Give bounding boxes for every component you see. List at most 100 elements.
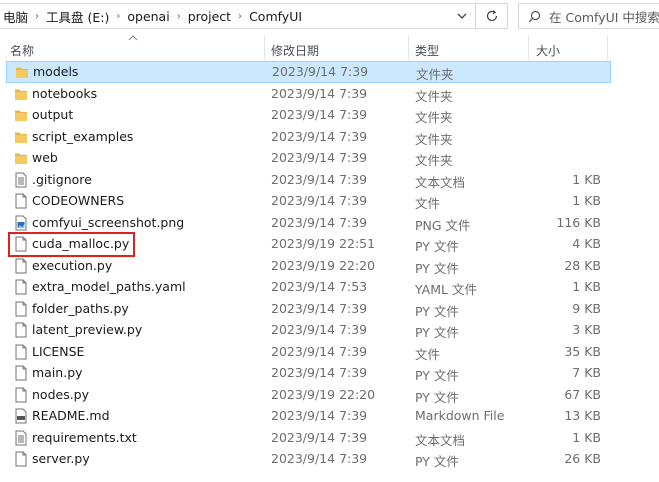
file-name[interactable]: latent_preview.py xyxy=(32,322,142,337)
breadcrumb-separator-icon[interactable]: › xyxy=(112,11,124,22)
file-row[interactable]: output 2023/9/14 7:39 文件夹 xyxy=(0,104,659,126)
file-size: 7 KB xyxy=(572,365,601,380)
navigation-bar: 电脑 › 工具盘 (E:) › openai › project › Comfy… xyxy=(0,0,659,34)
blank-file-icon xyxy=(14,322,28,338)
column-divider[interactable] xyxy=(264,36,265,60)
file-name[interactable]: cuda_malloc.py xyxy=(32,236,129,251)
file-name[interactable]: models xyxy=(33,64,78,79)
file-size: 4 KB xyxy=(572,236,601,251)
column-type-header[interactable]: 类型 xyxy=(415,42,439,59)
file-row[interactable]: requirements.txt 2023/9/14 7:39 文本文档 1 KB xyxy=(0,427,659,449)
file-name[interactable]: extra_model_paths.yaml xyxy=(32,279,186,294)
file-size: 9 KB xyxy=(572,300,601,316)
search-box[interactable]: 在 ComfyUI 中搜索 xyxy=(518,3,659,29)
file-name[interactable]: web xyxy=(32,150,58,165)
file-type: 文件夹 xyxy=(415,110,453,125)
column-date-header[interactable]: 修改日期 xyxy=(271,42,319,59)
breadcrumb-separator-icon[interactable]: › xyxy=(173,11,185,22)
file-modified-date: 2023/9/14 7:39 xyxy=(271,214,368,230)
file-size: 1 KB xyxy=(572,279,601,294)
file-name[interactable]: requirements.txt xyxy=(32,430,137,445)
file-name[interactable]: notebooks xyxy=(32,86,97,101)
file-type: 文件 xyxy=(415,346,441,362)
file-row[interactable]: folder_paths.py 2023/9/14 7:39 PY 文件 9 KB xyxy=(0,298,659,320)
file-name[interactable]: comfyui_screenshot.png xyxy=(32,215,184,230)
file-name[interactable]: .gitignore xyxy=(32,172,92,187)
file-type: PY 文件 xyxy=(415,303,459,319)
file-row[interactable]: main.py 2023/9/14 7:39 PY 文件 7 KB xyxy=(0,362,659,384)
text-file-icon xyxy=(14,430,28,446)
file-modified-date: 2023/9/14 7:39 xyxy=(271,429,368,445)
column-divider[interactable] xyxy=(408,36,409,60)
breadcrumb-separator-icon[interactable]: › xyxy=(234,11,246,22)
text-file-icon xyxy=(14,172,28,188)
breadcrumb-drive[interactable]: 工具盘 (E:) xyxy=(43,7,112,26)
file-modified-date: 2023/9/14 7:39 xyxy=(271,322,368,337)
folder-icon xyxy=(15,64,29,80)
file-modified-date: 2023/9/14 7:39 xyxy=(271,150,368,165)
refresh-icon xyxy=(486,10,497,22)
breadcrumb-comfyui[interactable]: ComfyUI xyxy=(246,9,305,24)
blank-file-icon xyxy=(14,365,28,381)
file-row[interactable]: nodes.py 2023/9/19 22:20 PY 文件 67 KB xyxy=(0,384,659,406)
file-modified-date: 2023/9/14 7:39 xyxy=(271,343,368,359)
blank-file-icon xyxy=(14,387,28,403)
search-placeholder: 在 ComfyUI 中搜索 xyxy=(549,9,659,25)
file-row[interactable]: server.py 2023/9/14 7:39 PY 文件 26 KB xyxy=(0,448,659,470)
file-name[interactable]: CODEOWNERS xyxy=(32,193,124,208)
breadcrumb-openai[interactable]: openai xyxy=(124,9,172,24)
file-type: 文件夹 xyxy=(415,88,453,104)
file-row[interactable]: execution.py 2023/9/19 22:20 PY 文件 28 KB xyxy=(0,255,659,277)
file-type: 文本文档 xyxy=(415,174,466,190)
column-divider[interactable] xyxy=(607,36,608,60)
file-name[interactable]: execution.py xyxy=(32,258,112,273)
file-type: PY 文件 xyxy=(415,260,459,276)
file-modified-date: 2023/9/14 7:39 xyxy=(271,193,368,208)
chevron-down-icon[interactable] xyxy=(455,9,469,23)
refresh-button[interactable] xyxy=(476,3,508,29)
breadcrumb-separator-icon[interactable]: › xyxy=(31,11,43,22)
file-type: PY 文件 xyxy=(415,454,459,469)
blank-file-icon xyxy=(14,258,28,274)
file-name[interactable]: script_examples xyxy=(32,129,133,144)
file-name[interactable]: main.py xyxy=(32,365,83,380)
column-name-header[interactable]: 名称 xyxy=(10,42,34,59)
file-modified-date: 2023/9/14 7:39 xyxy=(271,300,368,316)
file-name[interactable]: server.py xyxy=(32,451,90,466)
file-size: 1 KB xyxy=(572,193,601,208)
file-name[interactable]: LICENSE xyxy=(32,344,84,359)
file-row[interactable]: models 2023/9/14 7:39 文件夹 xyxy=(6,61,611,83)
file-name[interactable]: output xyxy=(32,107,73,122)
file-modified-date: 2023/9/19 22:20 xyxy=(271,386,376,402)
file-name[interactable]: nodes.py xyxy=(32,387,89,402)
file-size: 28 KB xyxy=(564,257,601,273)
file-modified-date: 2023/9/14 7:39 xyxy=(271,408,368,423)
file-size: 116 KB xyxy=(556,214,601,230)
address-bar[interactable]: 电脑 › 工具盘 (E:) › openai › project › Comfy… xyxy=(0,3,476,29)
file-row[interactable]: .gitignore 2023/9/14 7:39 文本文档 1 KB xyxy=(0,169,659,191)
file-row[interactable]: LICENSE 2023/9/14 7:39 文件 35 KB xyxy=(0,341,659,363)
file-list: models 2023/9/14 7:39 文件夹 notebooks 2023/9/1… xyxy=(0,61,659,470)
file-row[interactable]: extra_model_paths.yaml 2023/9/14 7:53 YAML… xyxy=(0,276,659,298)
file-name[interactable]: README.md xyxy=(32,408,110,423)
file-row[interactable]: web 2023/9/14 7:39 文件夹 xyxy=(0,147,659,169)
file-name[interactable]: folder_paths.py xyxy=(32,301,129,316)
file-row[interactable]: cuda_malloc.py 2023/9/19 22:51 PY 文件 4 KB xyxy=(0,233,659,255)
file-type: Markdown File xyxy=(415,408,505,423)
file-row[interactable]: comfyui_screenshot.png 2023/9/14 7:39 PNG … xyxy=(0,212,659,234)
file-type: 文件夹 xyxy=(415,131,453,147)
breadcrumb-project[interactable]: project xyxy=(185,9,234,24)
folder-icon xyxy=(14,86,28,102)
file-modified-date: 2023/9/14 7:39 xyxy=(271,365,368,380)
file-row[interactable]: notebooks 2023/9/14 7:39 文件夹 xyxy=(0,83,659,105)
folder-icon xyxy=(14,129,28,145)
column-size-header[interactable]: 大小 xyxy=(536,42,560,59)
file-row[interactable]: latent_preview.py 2023/9/14 7:39 PY 文件 3 KB xyxy=(0,319,659,341)
file-row[interactable]: README.md 2023/9/14 7:39 Markdown File 13 K… xyxy=(0,405,659,427)
file-row[interactable]: script_examples 2023/9/14 7:39 文件夹 xyxy=(0,126,659,148)
file-type: PY 文件 xyxy=(415,239,459,254)
search-icon xyxy=(519,10,549,23)
file-row[interactable]: CODEOWNERS 2023/9/14 7:39 文件 1 KB xyxy=(0,190,659,212)
column-divider[interactable] xyxy=(528,36,529,60)
breadcrumb-this-pc[interactable]: 电脑 xyxy=(0,7,31,26)
